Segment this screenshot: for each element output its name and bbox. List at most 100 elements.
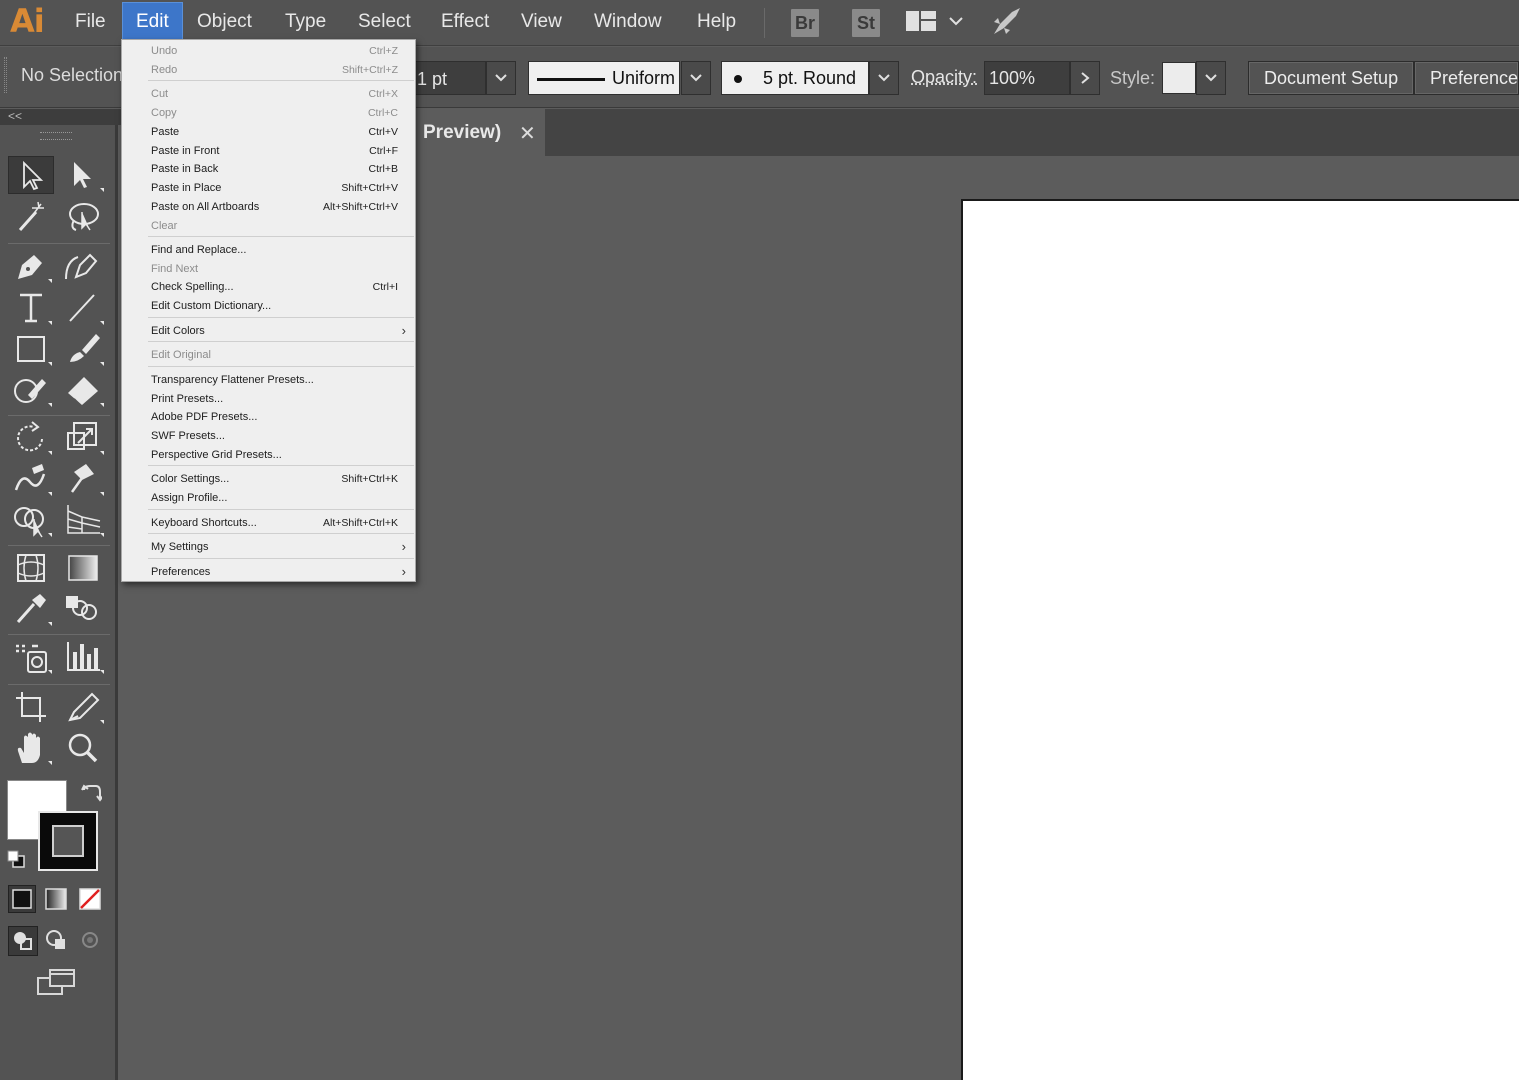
- menu-file[interactable]: File: [62, 0, 119, 44]
- screen-mode-icon[interactable]: [36, 968, 78, 998]
- hand-tool-icon[interactable]: [8, 729, 54, 767]
- stroke-color-swatch[interactable]: [38, 811, 98, 871]
- menu-item-paste-in-back[interactable]: Paste in Back Ctrl+B: [122, 161, 415, 179]
- menu-item-label: My Settings: [151, 541, 208, 553]
- opacity-expand-button[interactable]: [1070, 61, 1100, 95]
- column-graph-tool-icon[interactable]: [60, 638, 106, 676]
- swap-fill-stroke-icon[interactable]: [80, 782, 102, 804]
- panel-grip[interactable]: [4, 57, 7, 93]
- none-mode-button[interactable]: [76, 885, 104, 913]
- gradient-tool-icon[interactable]: [60, 549, 106, 587]
- menu-object[interactable]: Object: [184, 0, 265, 44]
- tool-separator: [8, 545, 110, 546]
- brush-dropdown[interactable]: [869, 61, 899, 95]
- blend-tool-icon[interactable]: [60, 590, 106, 628]
- stroke-weight-dropdown[interactable]: [486, 61, 516, 95]
- gradient-mode-button[interactable]: [42, 885, 70, 913]
- stock-button[interactable]: St: [852, 9, 880, 37]
- line-segment-tool-icon[interactable]: [60, 289, 106, 327]
- puppet-warp-tool-icon[interactable]: [60, 460, 106, 498]
- scale-tool-icon[interactable]: [60, 419, 106, 457]
- menu-view[interactable]: View: [508, 0, 575, 44]
- menu-item-label: Paste in Place: [151, 182, 221, 194]
- chevron-right-icon: ›: [402, 564, 406, 579]
- menu-item-transparency-flattener-presets[interactable]: Transparency Flattener Presets...: [122, 372, 415, 390]
- pen-tool-icon[interactable]: [8, 247, 54, 285]
- artboard[interactable]: [961, 199, 1519, 1080]
- opacity-label[interactable]: Opacity:: [911, 67, 977, 88]
- chevron-right-icon: ›: [402, 539, 406, 554]
- menu-item-paste-on-all-artboards[interactable]: Paste on All Artboards Alt+Shift+Ctrl+V: [122, 199, 415, 217]
- menu-item-paste-in-place[interactable]: Paste in Place Shift+Ctrl+V: [122, 180, 415, 198]
- selection-tool-icon[interactable]: [8, 156, 54, 194]
- shape-builder-tool-icon[interactable]: [8, 501, 54, 539]
- mesh-tool-icon[interactable]: [8, 549, 54, 587]
- workspace-layout-icon[interactable]: [906, 11, 936, 31]
- rectangle-tool-icon[interactable]: [8, 330, 54, 368]
- menu-item-my-settings[interactable]: My Settings ›: [122, 539, 415, 557]
- draw-normal-icon[interactable]: [8, 926, 38, 956]
- slice-tool-icon[interactable]: [60, 688, 106, 726]
- profile-dropdown[interactable]: [681, 61, 711, 95]
- menu-item-preferences[interactable]: Preferences ›: [122, 564, 415, 582]
- menu-item-paste[interactable]: Paste Ctrl+V: [122, 124, 415, 142]
- menu-item-edit-colors[interactable]: Edit Colors ›: [122, 323, 415, 341]
- chevron-down-icon[interactable]: [948, 13, 964, 29]
- rotate-tool-icon[interactable]: [8, 419, 54, 457]
- gpu-performance-icon[interactable]: [990, 6, 1022, 38]
- menu-item-color-settings[interactable]: Color Settings... Shift+Ctrl+K: [122, 471, 415, 489]
- menu-item-swf-presets[interactable]: SWF Presets...: [122, 428, 415, 446]
- lasso-tool-icon[interactable]: [60, 198, 106, 236]
- menu-item-paste-in-front[interactable]: Paste in Front Ctrl+F: [122, 143, 415, 161]
- menu-item-perspective-grid-presets[interactable]: Perspective Grid Presets...: [122, 447, 415, 465]
- document-setup-button[interactable]: Document Setup: [1248, 61, 1414, 95]
- zoom-tool-icon[interactable]: [60, 729, 106, 767]
- menu-edit[interactable]: Edit: [122, 2, 183, 42]
- variable-width-profile[interactable]: Uniform: [528, 61, 680, 95]
- menu-item-check-spelling[interactable]: Check Spelling... Ctrl+I: [122, 279, 415, 297]
- menu-item-find-and-replace[interactable]: Find and Replace...: [122, 242, 415, 260]
- menu-item-edit-custom-dictionary[interactable]: Edit Custom Dictionary...: [122, 298, 415, 316]
- menu-item-shortcut: Alt+Shift+Ctrl+K: [323, 517, 398, 529]
- menu-select[interactable]: Select: [345, 0, 424, 44]
- bridge-button[interactable]: Br: [791, 9, 819, 37]
- graphic-style-swatch[interactable]: [1162, 62, 1196, 94]
- brush-definition[interactable]: 5 pt. Round: [721, 61, 869, 95]
- menu-item-label: Transparency Flattener Presets...: [151, 374, 314, 386]
- eraser-tool-icon[interactable]: [60, 371, 106, 409]
- menu-window[interactable]: Window: [581, 0, 675, 44]
- menu-type[interactable]: Type: [272, 0, 339, 44]
- menu-item-keyboard-shortcuts[interactable]: Keyboard Shortcuts... Alt+Shift+Ctrl+K: [122, 515, 415, 533]
- close-icon[interactable]: ✕: [519, 121, 536, 146]
- draw-inside-icon[interactable]: [76, 926, 106, 956]
- shaper-tool-icon[interactable]: [8, 371, 54, 409]
- style-dropdown[interactable]: [1196, 61, 1226, 95]
- type-tool-icon[interactable]: [8, 289, 54, 327]
- menu-item-label: Edit Colors: [151, 325, 205, 337]
- menu-item-print-presets[interactable]: Print Presets...: [122, 391, 415, 409]
- warp-tool-icon[interactable]: [8, 460, 54, 498]
- menu-effect[interactable]: Effect: [428, 0, 502, 44]
- artboard-tool-icon[interactable]: [8, 688, 54, 726]
- stroke-weight-field[interactable]: 1 pt: [410, 61, 486, 95]
- menu-item-assign-profile[interactable]: Assign Profile...: [122, 490, 415, 508]
- curvature-tool-icon[interactable]: [60, 247, 106, 285]
- draw-behind-icon[interactable]: [42, 926, 72, 956]
- chevron-right-icon: ›: [402, 323, 406, 338]
- perspective-grid-tool-icon[interactable]: [60, 501, 106, 539]
- eyedropper-tool-icon[interactable]: [8, 590, 54, 628]
- panel-collapse-button[interactable]: <<: [0, 109, 121, 125]
- paintbrush-tool-icon[interactable]: [60, 330, 106, 368]
- menu-item-edit-original: Edit Original: [122, 347, 415, 365]
- menu-separator: [148, 341, 414, 342]
- menu-help[interactable]: Help: [684, 0, 749, 44]
- color-mode-button[interactable]: [8, 885, 36, 913]
- symbol-sprayer-tool-icon[interactable]: [8, 638, 54, 676]
- menu-item-adobe-pdf-presets[interactable]: Adobe PDF Presets...: [122, 409, 415, 427]
- preferences-button[interactable]: Preferences: [1414, 61, 1519, 95]
- panel-grip[interactable]: [40, 132, 72, 140]
- opacity-field[interactable]: 100%: [984, 61, 1070, 95]
- magic-wand-tool-icon[interactable]: [8, 198, 54, 236]
- direct-selection-tool-icon[interactable]: [60, 156, 106, 194]
- default-fill-stroke-icon[interactable]: [7, 850, 25, 868]
